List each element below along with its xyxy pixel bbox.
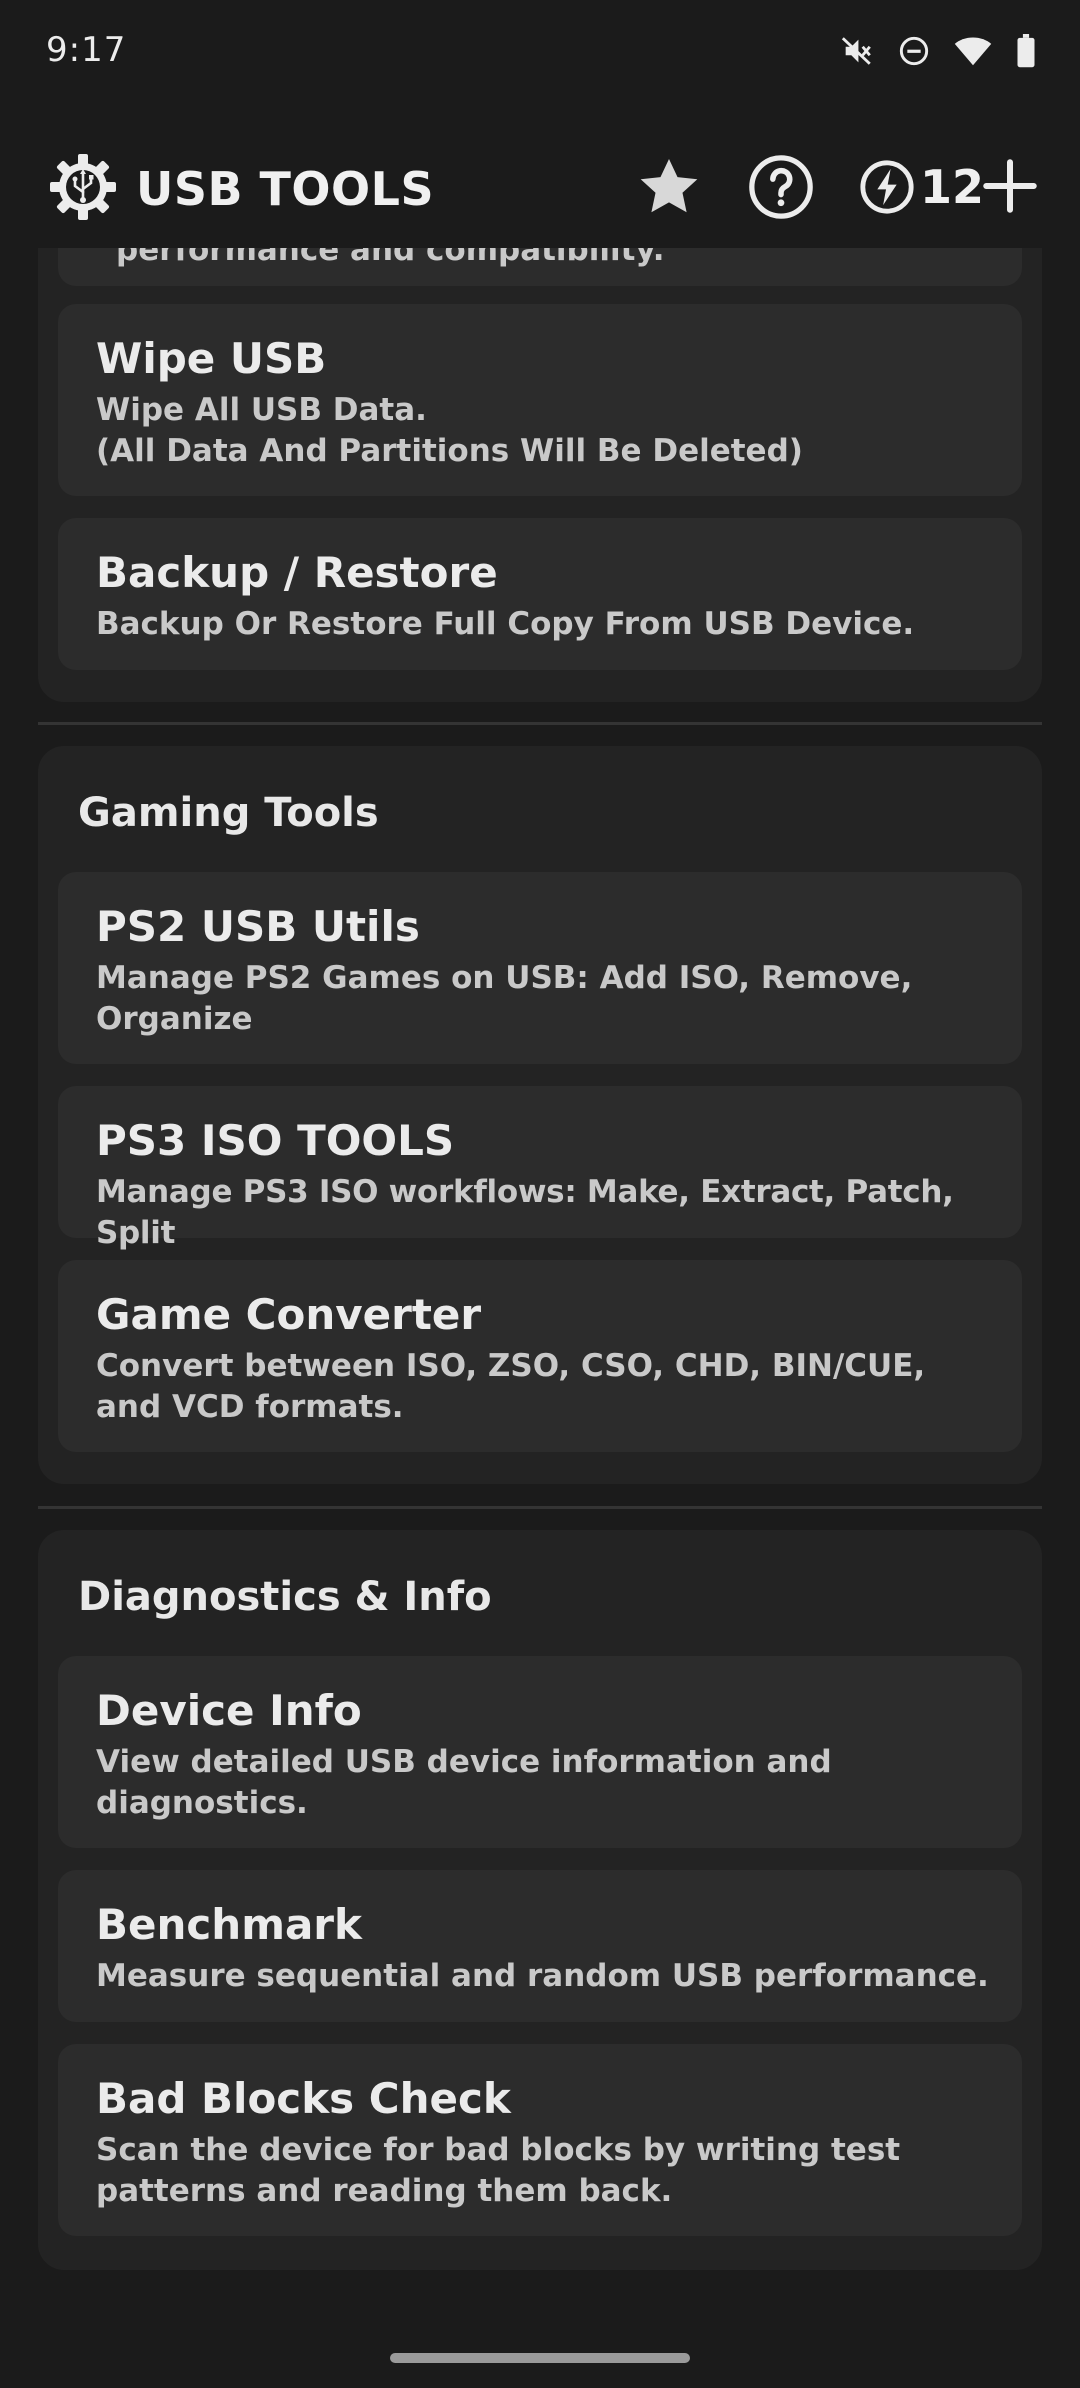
card-title: Device Info [96, 1686, 362, 1735]
plus-icon [983, 159, 1037, 213]
card-title: Bad Blocks Check [96, 2074, 511, 2123]
usb-gear-icon [48, 152, 118, 222]
help-icon [749, 155, 813, 219]
status-icons [840, 34, 1036, 68]
status-time: 9:17 [46, 30, 127, 70]
card-title: Benchmark [96, 1900, 362, 1949]
card-title: Game Converter [96, 1290, 482, 1339]
card-title: PS3 ISO TOOLS [96, 1116, 455, 1165]
add-button[interactable] [980, 156, 1040, 216]
tool-card-ps2-usb-utils[interactable]: PS2 USB Utils Manage PS2 Games on USB: A… [58, 872, 1022, 1064]
card-desc: performance and compatibility. [116, 248, 665, 268]
bolt-icon [860, 160, 914, 214]
section-title: Diagnostics & Info [78, 1574, 492, 1620]
wifi-icon [954, 34, 992, 68]
card-desc: Backup Or Restore Full Copy From USB Dev… [96, 606, 915, 642]
card-desc: Measure sequential and random USB perfor… [96, 1958, 989, 1994]
tool-card-partial[interactable]: performance and compatibility. [58, 248, 1022, 286]
favorites-button[interactable] [636, 154, 702, 220]
status-bar: 9:17 [0, 0, 1080, 110]
app-bar: USB TOOLS 12 [0, 110, 1080, 248]
credits-count: 12 [920, 160, 985, 214]
section-title: Gaming Tools [78, 790, 379, 836]
do-not-disturb-icon [898, 35, 930, 67]
section-usb-tools: performance and compatibility. Wipe USB … [38, 248, 1042, 702]
section-divider [38, 1506, 1042, 1509]
tool-card-ps3-iso-tools[interactable]: PS3 ISO TOOLS Manage PS3 ISO workflows: … [58, 1086, 1022, 1251]
tool-card-benchmark[interactable]: Benchmark Measure sequential and random … [58, 1870, 1022, 2022]
card-desc: View detailed USB device information and… [96, 1744, 832, 1821]
card-title: Backup / Restore [96, 548, 498, 597]
card-title: PS2 USB Utils [96, 902, 420, 951]
card-desc: Wipe All USB Data. (All Data And Partiti… [96, 392, 803, 469]
card-title: Wipe USB [96, 334, 327, 383]
tool-card-bad-blocks-check[interactable]: Bad Blocks Check Scan the device for bad… [58, 2044, 1022, 2236]
mute-icon [840, 34, 874, 68]
tools-list[interactable]: performance and compatibility. Wipe USB … [0, 248, 1080, 2340]
app-title: USB TOOLS [136, 162, 435, 216]
card-desc: Manage PS3 ISO workflows: Make, Extract,… [96, 1174, 954, 1251]
help-button[interactable] [746, 152, 816, 222]
tool-card-wipe-usb[interactable]: Wipe USB Wipe All USB Data. (All Data An… [58, 304, 1022, 496]
screen: 9:17 USB TOOLS 12 performance and compat… [0, 0, 1080, 2388]
tool-card-device-info[interactable]: Device Info View detailed USB device inf… [58, 1656, 1022, 1848]
section-diagnostics-info: Diagnostics & Info Device Info View deta… [38, 1530, 1042, 2270]
tool-card-backup-restore[interactable]: Backup / Restore Backup Or Restore Full … [58, 518, 1022, 670]
section-gaming-tools: Gaming Tools PS2 USB Utils Manage PS2 Ga… [38, 746, 1042, 1484]
card-desc: Manage PS2 Games on USB: Add ISO, Remove… [96, 960, 913, 1037]
card-desc: Convert between ISO, ZSO, CSO, CHD, BIN/… [96, 1348, 926, 1425]
battery-icon [1016, 34, 1036, 68]
card-desc: Scan the device for bad blocks by writin… [96, 2132, 901, 2209]
section-divider [38, 722, 1042, 725]
credits-button[interactable]: 12 [858, 152, 984, 222]
star-icon [640, 158, 698, 213]
home-indicator[interactable] [390, 2353, 690, 2363]
tool-card-game-converter[interactable]: Game Converter Convert between ISO, ZSO,… [58, 1260, 1022, 1452]
